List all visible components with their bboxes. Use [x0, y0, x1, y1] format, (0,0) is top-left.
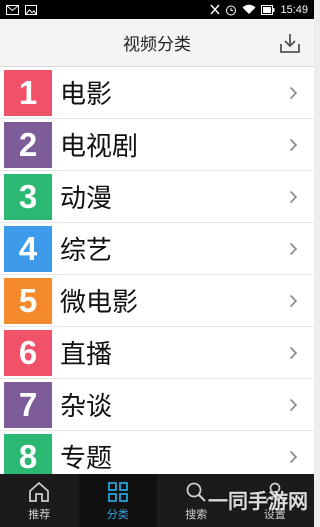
category-row-movie[interactable]: 1 电影	[0, 67, 314, 119]
category-row-anime[interactable]: 3 动漫	[0, 171, 314, 223]
tab-label: 分类	[106, 507, 129, 521]
category-row-talk[interactable]: 7 杂谈	[0, 379, 314, 431]
battery-icon	[261, 4, 275, 15]
category-number-badge: 6	[4, 329, 52, 376]
category-label: 电影	[60, 80, 113, 110]
grid-icon	[106, 480, 130, 504]
tab-label: 设置	[263, 507, 286, 521]
status-time: 15:49	[280, 3, 308, 16]
category-label: 直播	[60, 340, 113, 370]
search-icon	[184, 480, 208, 504]
tab-label: 搜索	[185, 507, 208, 521]
tab-label: 推荐	[28, 507, 51, 521]
category-row-special[interactable]: 8 专题	[0, 431, 314, 474]
category-label: 综艺	[60, 236, 113, 266]
chevron-right-icon	[284, 190, 302, 204]
category-label: 杂谈	[60, 392, 113, 422]
download-icon[interactable]	[278, 31, 302, 55]
chevron-right-icon	[284, 242, 302, 256]
category-label: 动漫	[60, 184, 113, 214]
category-row-tv-series[interactable]: 2 电视剧	[0, 119, 314, 171]
image-icon	[25, 4, 37, 15]
chevron-right-icon	[284, 86, 302, 100]
category-number-badge: 5	[4, 277, 52, 324]
category-number-badge: 3	[4, 173, 52, 220]
category-label: 专题	[60, 444, 113, 474]
category-row-variety[interactable]: 4 综艺	[0, 223, 314, 275]
category-list: 1 电影 2 电视剧 3 动漫 4 综艺 5 微电影 6 直播 7 杂谈 8 专…	[0, 67, 314, 474]
sim-icon	[210, 4, 220, 15]
mail-icon	[6, 4, 19, 15]
tab-category[interactable]: 分类	[78, 474, 157, 527]
home-icon	[27, 480, 51, 504]
chevron-right-icon	[284, 294, 302, 308]
category-row-live[interactable]: 6 直播	[0, 327, 314, 379]
status-bar: 15:49	[0, 0, 314, 19]
category-number-badge: 8	[4, 433, 52, 474]
chevron-right-icon	[284, 450, 302, 464]
bottom-tab-bar: 推荐 分类 搜索 设置	[0, 474, 314, 527]
chevron-right-icon	[284, 398, 302, 412]
page-title: 视频分类	[123, 35, 191, 55]
tab-settings[interactable]: 设置	[236, 474, 315, 527]
category-label: 电视剧	[60, 132, 139, 162]
category-number-badge: 4	[4, 225, 52, 272]
alarm-icon	[225, 4, 237, 16]
app-header: 视频分类	[0, 19, 314, 67]
user-icon	[263, 480, 287, 504]
category-number-badge: 1	[4, 69, 52, 116]
category-number-badge: 2	[4, 121, 52, 168]
category-row-micro-movie[interactable]: 5 微电影	[0, 275, 314, 327]
tab-recommend[interactable]: 推荐	[0, 474, 79, 527]
chevron-right-icon	[284, 138, 302, 152]
tab-search[interactable]: 搜索	[157, 474, 236, 527]
category-label: 微电影	[60, 288, 139, 318]
category-number-badge: 7	[4, 381, 52, 428]
wifi-icon	[242, 4, 256, 15]
chevron-right-icon	[284, 346, 302, 360]
